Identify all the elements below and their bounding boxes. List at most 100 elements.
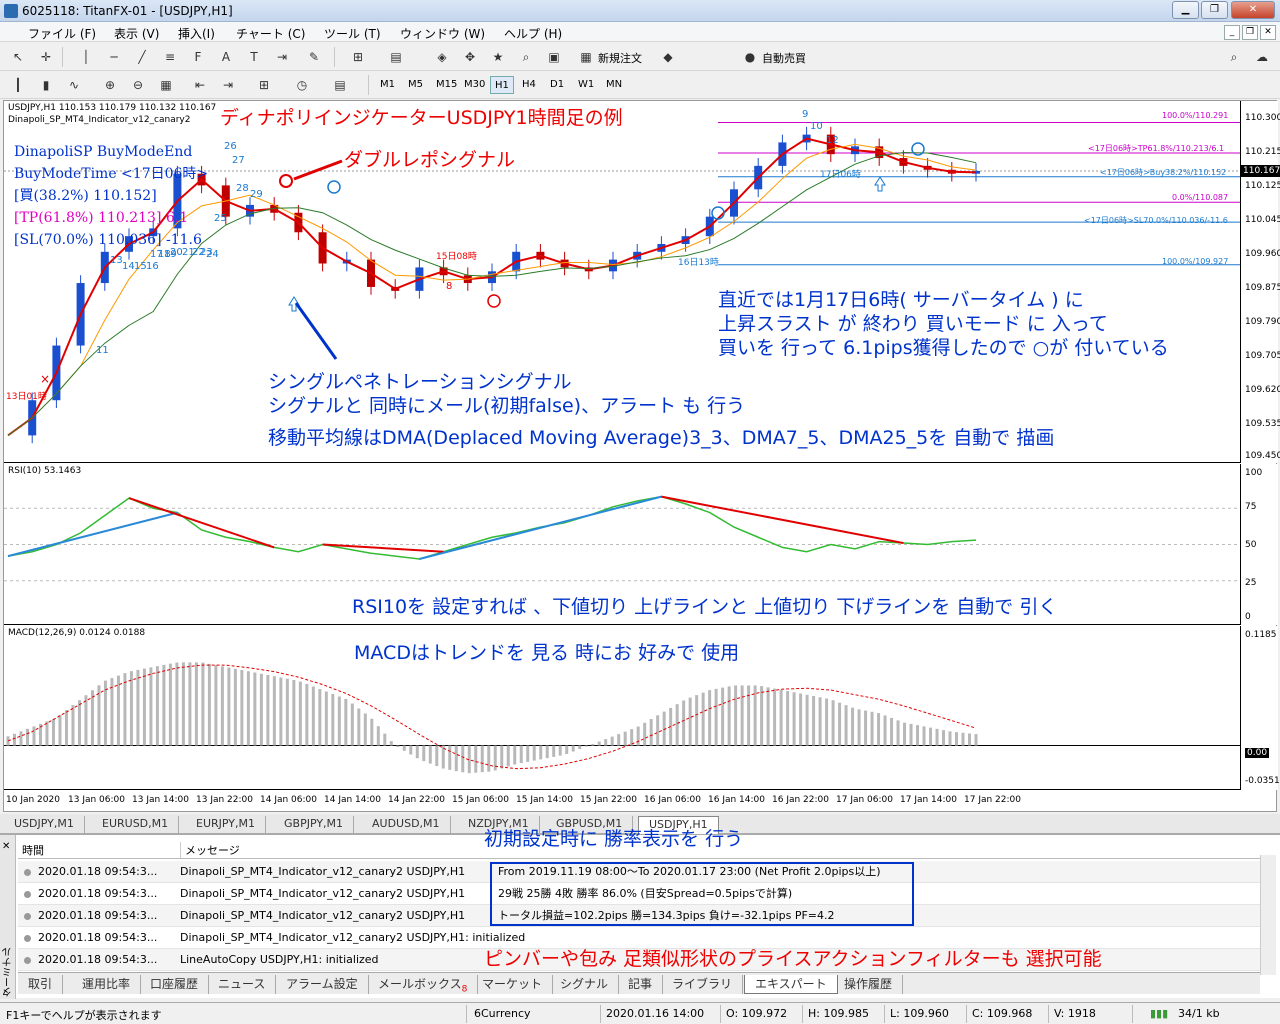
status-profile[interactable]: 6Currency [474,1007,531,1020]
tf-m1[interactable]: M1 [376,76,399,94]
menu-file[interactable]: ファイル (F) [28,25,96,42]
tab-news[interactable]: ニュース [208,975,277,994]
menu-help[interactable]: ヘルプ (H) [504,25,562,42]
menu-chart[interactable]: チャート (C) [236,25,305,42]
menu-tools[interactable]: ツール (T) [324,25,381,42]
templates-icon[interactable]: ▤ [330,75,350,95]
arrows-icon[interactable]: ⇥ [272,47,292,67]
price-scale[interactable]: 110.300 110.215 110.125 110.045 109.960 … [1240,101,1280,463]
search-icon[interactable]: ⌕ [1224,47,1244,67]
terminal-close-icon[interactable]: ✕ [2,841,10,852]
chart-window[interactable]: × USDJPY,H1 110.153 110.179 110.132 110.… [3,100,1280,812]
macd-scale[interactable]: 0.1185 0.00 -0.0351 [1240,626,1280,790]
symbol-tab-gbpjpy-m1[interactable]: GBPJPY,M1 [274,816,355,834]
shapes-icon[interactable]: ✎ [304,47,324,67]
tile-icon[interactable]: ▦ [156,75,176,95]
tf-mn[interactable]: MN [602,76,626,94]
favorites-icon[interactable]: ★ [488,47,508,67]
tab-account-history[interactable]: 口座履歴 [140,975,210,994]
count-16: 16 [146,261,159,272]
tab-exposure[interactable]: 運用比率 [72,975,142,994]
chat-icon[interactable]: ☁ [1252,47,1272,67]
menu-window[interactable]: ウィンドウ (W) [400,25,485,42]
search-tool-icon[interactable]: ⌕ [516,47,536,67]
zoom-in-icon[interactable]: ⊕ [100,75,120,95]
bar-chart-icon[interactable]: ┃ [8,75,28,95]
tab-trade[interactable]: 取引 [18,975,64,994]
cursor-icon[interactable]: ↖ [8,47,28,67]
rsi-scale[interactable]: 100 75 50 25 0 [1240,464,1278,625]
status-traffic: 34/1 kb [1178,1007,1220,1020]
tab-journal[interactable]: 操作履歴 [834,975,904,994]
tf-h1[interactable]: H1 [490,76,514,94]
annotation-winrate: 初期設定時に 勝率表示を 行う [484,828,744,850]
menu-view[interactable]: 表示 (V) [114,25,159,42]
market-watch-icon[interactable]: ◈ [432,47,452,67]
candle-chart-icon[interactable]: ▮ [36,75,56,95]
vertical-line-icon[interactable]: │ [76,47,96,67]
mdi-minimize-button[interactable]: _ [1224,25,1240,40]
annotation-single-2: シグナルと 同時にメール(初期false)、アラート も 行う [268,395,746,417]
tab-signals[interactable]: シグナル [550,975,620,994]
count-20: 20 [170,247,183,258]
macd-panel[interactable]: MACD(12,26,9) 0.0124 0.0188 MACDはトレンドを 見… [4,626,1240,790]
symbol-tab-usdjpy-m1[interactable]: USDJPY,M1 [4,816,85,834]
indicators-icon[interactable]: ⊞ [254,75,274,95]
line-chart-icon[interactable]: ∿ [64,75,84,95]
price-panel[interactable]: × USDJPY,H1 110.153 110.179 110.132 110.… [4,101,1240,463]
channel-icon[interactable]: ≡ [160,47,180,67]
navigator-icon[interactable]: ✥ [460,47,480,67]
crosshair-icon[interactable]: ✛ [36,47,56,67]
profiles-icon[interactable]: ▤ [386,47,406,67]
mdi-restore-button[interactable]: ❐ [1242,25,1258,40]
column-time[interactable]: 時間 [22,842,44,858]
fib-label-100-top: 100.0%/110.291 [1162,111,1229,120]
trendline-icon[interactable]: ╱ [132,47,152,67]
text-icon[interactable]: A [216,47,236,67]
count-14: 14 [122,261,135,272]
terminal-scrollbar[interactable] [1260,855,1276,975]
close-button[interactable]: ✕ [1231,1,1275,19]
symbol-tab-audusd-m1[interactable]: AUDUSD,M1 [362,816,451,834]
count-28: 28 [236,183,249,194]
rsi-panel[interactable]: RSI(10) 53.1463 RSI10を 設定すれば 、下値切り 上げライン… [4,464,1240,625]
annotation-dma: 移動平均線はDMA(Deplaced Moving Average)3_3、DM… [268,427,1055,449]
auto-trade-icon[interactable]: ● [740,47,760,67]
minimize-button[interactable]: ▁ [1172,1,1199,19]
tab-articles[interactable]: 記事 [618,975,664,994]
restore-button[interactable]: ❐ [1201,1,1228,19]
new-order-icon[interactable]: ▦ [576,47,596,67]
chart-shift-icon[interactable]: ⇥ [218,75,238,95]
menu-insert[interactable]: 挿入(I) [178,25,215,42]
meta-editor-icon[interactable]: ◆ [658,47,678,67]
periods-icon[interactable]: ◷ [292,75,312,95]
symbol-tab-eurjpy-m1[interactable]: EURJPY,M1 [186,816,266,834]
tf-m15[interactable]: M15 [432,76,461,94]
tf-w1[interactable]: W1 [574,76,598,94]
tab-alerts[interactable]: アラーム設定 [276,975,369,994]
tab-mailbox[interactable]: メールボックス8 [368,975,479,994]
horizontal-line-icon[interactable]: ─ [104,47,124,67]
tf-d1[interactable]: D1 [546,76,568,94]
tf-m30[interactable]: M30 [460,76,489,94]
tf-m5[interactable]: M5 [404,76,427,94]
new-order-button[interactable]: 新規注文 [598,50,642,66]
mdi-close-button[interactable]: ✕ [1260,25,1276,40]
label-icon[interactable]: T [244,47,264,67]
app-icon [4,4,18,18]
toolbar-drawing: ↖ ✛ │ ─ ╱ ≡ F A T ⇥ ✎ ⊞ ▤ ◈ ✥ ★ ⌕ ▣ ▦ 新規… [0,43,1280,71]
status-close: C: 109.968 [972,1007,1033,1020]
column-message[interactable]: メッセージ [180,842,240,858]
zoom-out-icon[interactable]: ⊖ [128,75,148,95]
tab-library[interactable]: ライブラリ [662,975,744,994]
tab-experts[interactable]: エキスパート [744,975,838,994]
tab-market[interactable]: マーケット [472,975,554,994]
symbol-tab-eurusd-m1[interactable]: EURUSD,M1 [92,816,180,834]
auto-trade-button[interactable]: 自動売買 [762,50,806,66]
count-9-top: 9 [802,109,809,120]
new-chart-icon[interactable]: ⊞ [348,47,368,67]
fibonacci-icon[interactable]: F [188,47,208,67]
tester-icon[interactable]: ▣ [544,47,564,67]
tf-h4[interactable]: H4 [518,76,540,94]
autoscroll-icon[interactable]: ⇤ [190,75,210,95]
